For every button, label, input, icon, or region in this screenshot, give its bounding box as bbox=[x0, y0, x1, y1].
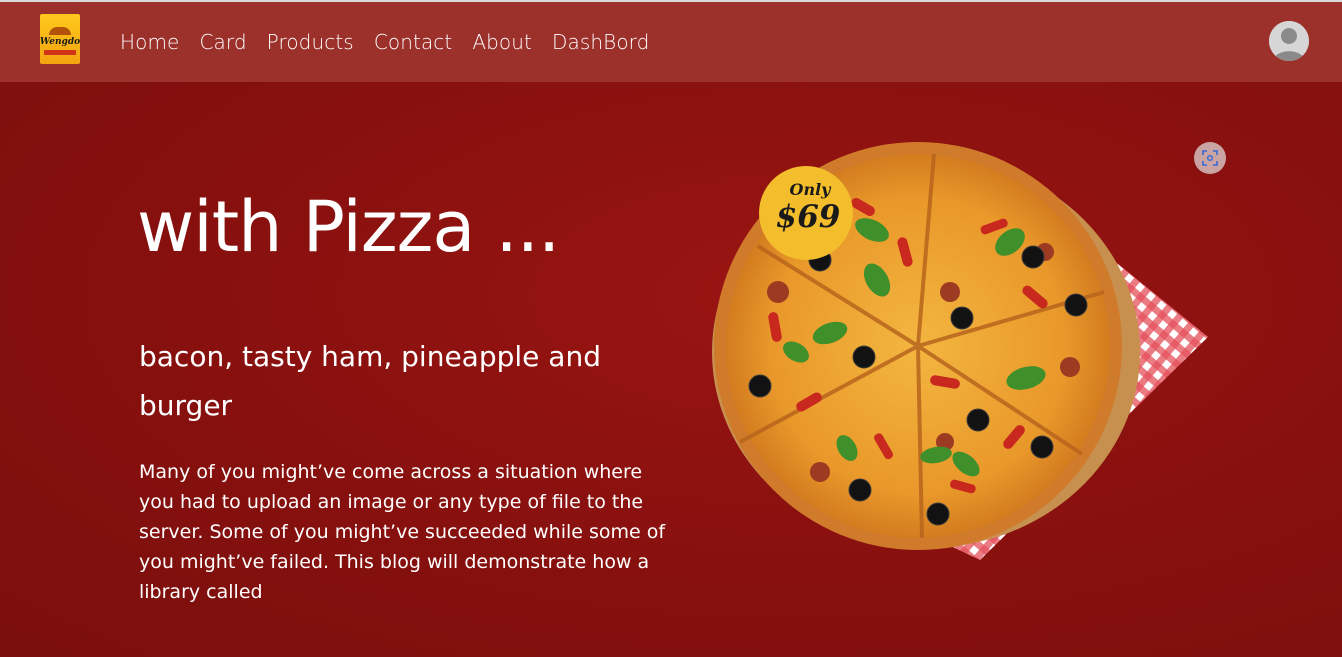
pizza-illustration: Only $69 bbox=[700, 142, 1220, 572]
navbar: Wengdo Home Card Products Contact About … bbox=[0, 2, 1342, 82]
logo-crest-icon bbox=[49, 27, 71, 35]
price-badge-label: Only bbox=[790, 180, 833, 199]
nav-link-contact[interactable]: Contact bbox=[374, 30, 453, 54]
nav-link-products[interactable]: Products bbox=[267, 30, 354, 54]
page: Wengdo Home Card Products Contact About … bbox=[0, 0, 1342, 657]
price-badge: Only $69 bbox=[759, 166, 853, 260]
scan-focus-icon bbox=[1202, 150, 1218, 166]
hero-title: with Pizza ... bbox=[137, 186, 560, 268]
user-avatar-icon[interactable] bbox=[1269, 21, 1309, 61]
logo-ribbon-icon bbox=[44, 50, 76, 55]
scan-focus-button[interactable] bbox=[1194, 142, 1226, 174]
nav-link-home[interactable]: Home bbox=[120, 30, 179, 54]
nav-link-about[interactable]: About bbox=[472, 30, 532, 54]
brand-logo[interactable]: Wengdo bbox=[40, 14, 80, 64]
nav-link-dashbord[interactable]: DashBord bbox=[552, 30, 649, 54]
logo-text: Wengdo bbox=[39, 37, 81, 47]
nav-links: Home Card Products Contact About DashBor… bbox=[120, 2, 649, 82]
hero-subtitle: bacon, tasty ham, pineapple and burger bbox=[139, 340, 601, 422]
nav-link-card[interactable]: Card bbox=[199, 30, 246, 54]
price-badge-value: $69 bbox=[776, 199, 841, 235]
hero-description: Many of you might’ve come across a situa… bbox=[139, 461, 666, 603]
